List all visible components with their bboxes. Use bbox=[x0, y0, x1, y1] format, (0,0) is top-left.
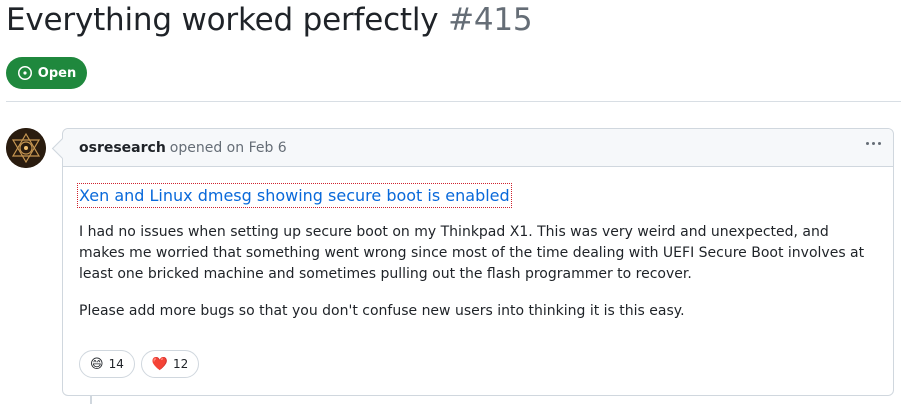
header-divider bbox=[6, 101, 901, 102]
issue-number: #415 bbox=[448, 2, 533, 38]
comment-header: osresearch opened on Feb 6 bbox=[63, 129, 893, 167]
reaction-smile-button[interactable]: 😄 14 bbox=[79, 350, 135, 378]
reaction-count: 14 bbox=[108, 357, 124, 371]
status-badge: Open bbox=[6, 57, 87, 89]
attachment-link[interactable]: Xen and Linux dmesg showing secure boot … bbox=[77, 183, 512, 208]
smile-icon: 😄 bbox=[90, 356, 104, 372]
issue-title: Everything worked perfectly #415 bbox=[6, 2, 533, 38]
comment-author[interactable]: osresearch bbox=[79, 140, 166, 156]
heart-icon: ❤️ bbox=[151, 356, 169, 372]
issue-comment: osresearch opened on Feb 6 Xen and Linux… bbox=[62, 128, 894, 396]
reactions-bar: 😄 14 ❤️ 12 bbox=[79, 350, 200, 378]
reaction-heart-button[interactable]: ❤️ 12 bbox=[140, 350, 200, 378]
avatar-image bbox=[6, 128, 46, 168]
comment-timestamp[interactable]: opened on Feb 6 bbox=[170, 140, 287, 156]
avatar[interactable] bbox=[6, 128, 46, 168]
reaction-count: 12 bbox=[173, 357, 189, 371]
issue-title-text: Everything worked perfectly bbox=[6, 2, 439, 38]
timeline-connector bbox=[90, 396, 92, 404]
comment-paragraph-2: Please add more bugs so that you don't c… bbox=[79, 303, 685, 319]
issue-opened-icon bbox=[17, 66, 32, 80]
kebab-horizontal-icon[interactable] bbox=[864, 138, 883, 149]
status-badge-label: Open bbox=[37, 65, 77, 81]
comment-paragraph-1: I had no issues when setting up secure b… bbox=[79, 224, 865, 282]
comment-body: Xen and Linux dmesg showing secure boot … bbox=[63, 167, 893, 322]
